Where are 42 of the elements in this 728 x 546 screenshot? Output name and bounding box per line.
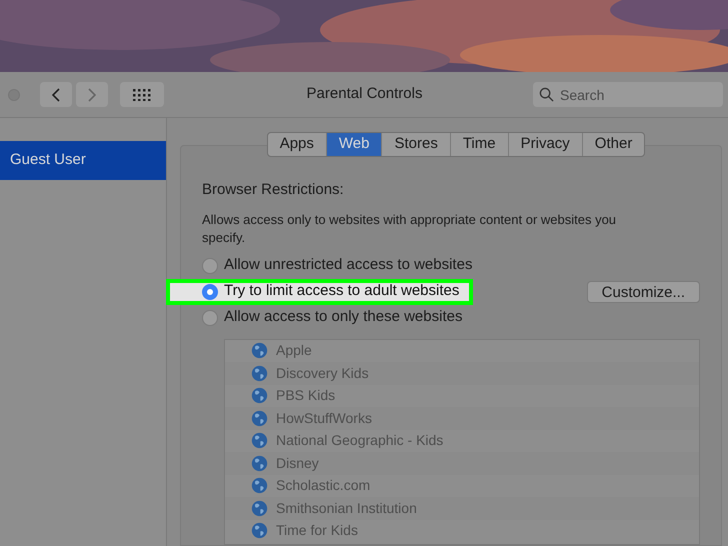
globe-icon	[251, 342, 268, 360]
grid-button[interactable]	[120, 82, 164, 107]
search-icon	[539, 87, 554, 102]
tab[interactable]: Stores	[381, 133, 450, 156]
option-label: Try to limit access to adult websites	[224, 281, 460, 302]
globe-icon	[251, 477, 268, 494]
website-name: Discovery Kids	[276, 364, 369, 383]
tab[interactable]: Other	[582, 133, 644, 156]
website-name: National Geographic - Kids	[276, 431, 444, 450]
website-name: Time for Kids	[276, 521, 358, 540]
option-label: Allow access to only these websites	[224, 307, 462, 328]
search-field[interactable]: Search	[533, 82, 723, 107]
globe-icon	[251, 432, 268, 450]
forward-icon	[88, 88, 96, 102]
tab[interactable]: Time	[450, 133, 508, 156]
radio-button[interactable]	[202, 258, 218, 274]
customize-button[interactable]: Customize...	[586, 280, 700, 302]
radio-button[interactable]	[202, 310, 218, 326]
globe-icon	[251, 522, 268, 540]
back-icon	[52, 88, 60, 102]
back-button[interactable]	[40, 82, 72, 107]
globe-icon	[251, 387, 268, 404]
description: Allows access only to websites with appropriate content or websites you specify.	[202, 210, 618, 246]
website-name: Apple	[276, 341, 312, 360]
globe-icon	[251, 500, 268, 517]
website-name: Scholastic.com	[276, 476, 370, 496]
window-title: Parental Controls	[306, 84, 424, 104]
website-name: PBS Kids	[276, 386, 336, 406]
tab[interactable]: Web	[326, 133, 382, 156]
tab[interactable]: Apps	[268, 133, 326, 156]
globe-icon	[251, 410, 268, 427]
globe-icon	[251, 454, 268, 472]
radio-button[interactable]	[202, 284, 218, 300]
tab[interactable]: Privacy	[508, 133, 582, 156]
globe-icon	[251, 364, 268, 382]
option-label: Allow unrestricted access to websites	[224, 255, 472, 276]
website-name: Disney	[276, 454, 319, 473]
website-name: HowStuffWorks	[276, 408, 372, 428]
grid-icon	[133, 88, 151, 100]
section-title: Browser Restrictions:	[202, 180, 345, 200]
sidebar-item[interactable]: Guest User	[0, 141, 166, 180]
website-name: Smithsonian Institution	[276, 498, 417, 518]
